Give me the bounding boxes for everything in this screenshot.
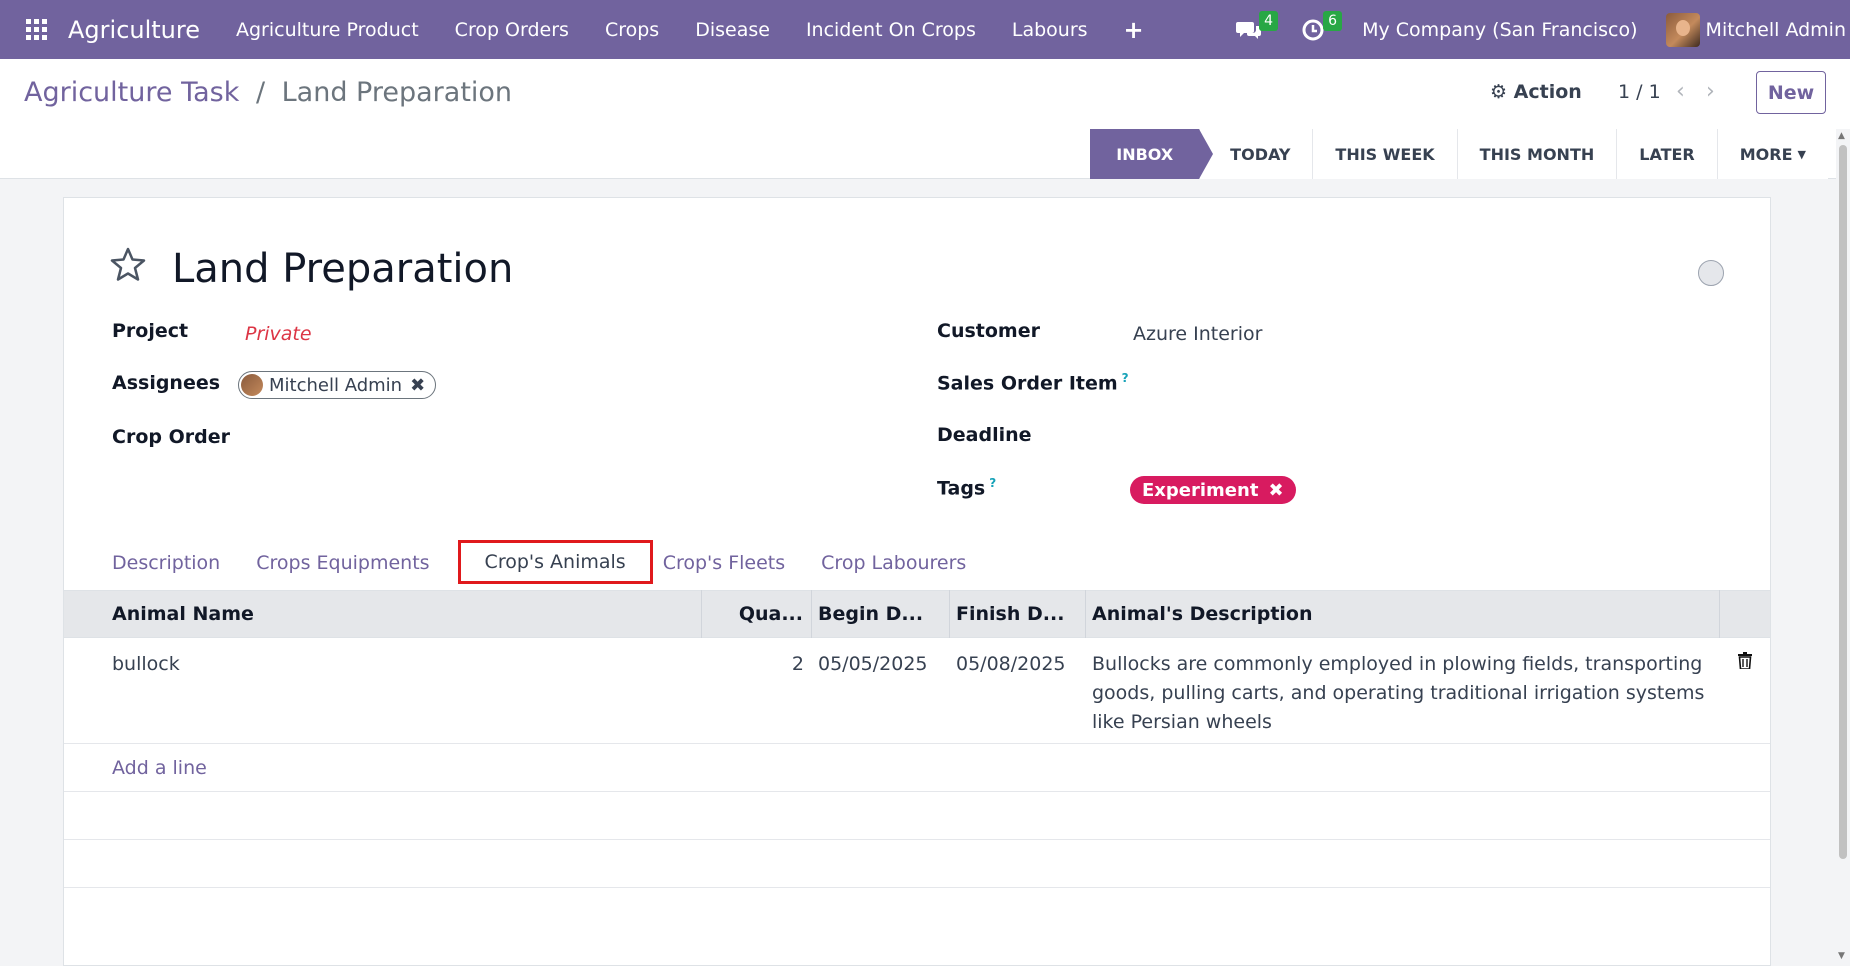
menu-disease[interactable]: Disease bbox=[695, 19, 770, 41]
table-row[interactable]: bullock 2 05/05/2025 05/08/2025 Bullocks… bbox=[64, 638, 1770, 744]
cell-finish-date[interactable]: 05/08/2025 bbox=[950, 638, 1086, 743]
empty-row bbox=[64, 840, 1770, 888]
assignee-chip[interactable]: Mitchell Admin ✖ bbox=[238, 371, 437, 399]
messages-icon[interactable]: 4 bbox=[1234, 10, 1279, 45]
caret-down-icon: ▼ bbox=[1797, 147, 1806, 161]
scroll-up-icon[interactable]: ▲ bbox=[1838, 131, 1845, 141]
action-button[interactable]: ⚙ Action bbox=[1490, 81, 1582, 103]
breadcrumb-current: Land Preparation bbox=[281, 77, 513, 108]
remove-tag-icon[interactable]: ✖ bbox=[1268, 480, 1283, 501]
messages-badge: 4 bbox=[1259, 10, 1279, 31]
apps-grid-icon[interactable] bbox=[26, 18, 48, 41]
delete-row-icon bbox=[1738, 652, 1752, 669]
stage-this-month[interactable]: THIS MONTH bbox=[1457, 129, 1618, 179]
table-header: Animal Name Qua... Begin D... Finish D..… bbox=[64, 590, 1770, 638]
user-name: Mitchell Admin bbox=[1705, 18, 1846, 41]
notebook-tabs: Description Crops Equipments Crop's Anim… bbox=[94, 538, 984, 584]
activities-badge: 6 bbox=[1323, 10, 1343, 31]
project-label: Project bbox=[112, 320, 189, 342]
tab-crops-fleets[interactable]: Crop's Fleets bbox=[663, 542, 803, 584]
cell-quantity[interactable]: 2 bbox=[702, 638, 812, 743]
menu-agriculture-product[interactable]: Agriculture Product bbox=[236, 19, 419, 41]
add-line-row: Add a line bbox=[64, 744, 1770, 792]
deadline-label: Deadline bbox=[937, 424, 1032, 446]
header-begin-date[interactable]: Begin D... bbox=[812, 590, 950, 638]
remove-assignee-icon[interactable]: ✖ bbox=[410, 375, 425, 396]
tab-crops-animals[interactable]: Crop's Animals bbox=[457, 540, 653, 584]
customer-value[interactable]: Azure Interior bbox=[1133, 323, 1262, 345]
app-brand[interactable]: Agriculture bbox=[68, 16, 200, 44]
animals-table: Animal Name Qua... Begin D... Finish D..… bbox=[64, 590, 1770, 888]
clock-icon bbox=[1302, 19, 1324, 40]
tab-crops-equipments[interactable]: Crops Equipments bbox=[238, 542, 447, 584]
stage-this-week[interactable]: THIS WEEK bbox=[1313, 129, 1458, 179]
user-menu[interactable]: Mitchell Admin bbox=[1665, 12, 1846, 47]
user-avatar bbox=[1665, 12, 1700, 47]
header-actions bbox=[1720, 590, 1770, 638]
header-animal-description[interactable]: Animal's Description bbox=[1086, 590, 1720, 638]
header-quantity[interactable]: Qua... bbox=[702, 590, 812, 638]
pager-value[interactable]: 1 / 1 bbox=[1618, 81, 1661, 103]
stage-today[interactable]: TODAY bbox=[1200, 129, 1314, 179]
record-title[interactable]: Land Preparation bbox=[172, 246, 513, 292]
breadcrumb-separator: / bbox=[255, 77, 266, 108]
stage-more-label: MORE bbox=[1739, 144, 1793, 164]
breadcrumb: Agriculture Task / Land Preparation bbox=[24, 77, 512, 108]
help-icon[interactable]: ? bbox=[989, 476, 996, 490]
gear-icon: ⚙ bbox=[1490, 81, 1508, 103]
pager-next-icon[interactable]: › bbox=[1706, 79, 1715, 104]
menu-crop-orders[interactable]: Crop Orders bbox=[455, 19, 569, 41]
header-animal-name[interactable]: Animal Name bbox=[64, 590, 702, 638]
tab-description[interactable]: Description bbox=[94, 542, 238, 584]
plus-icon[interactable]: + bbox=[1124, 16, 1144, 44]
tag-label: Experiment bbox=[1142, 479, 1259, 501]
action-label: Action bbox=[1513, 81, 1582, 103]
kanban-state-dot[interactable] bbox=[1698, 260, 1724, 286]
cell-begin-date[interactable]: 05/05/2025 bbox=[812, 638, 950, 743]
trash-icon[interactable] bbox=[1720, 638, 1770, 743]
tags-label: Tags? bbox=[937, 476, 996, 499]
assignees-label: Assignees bbox=[112, 372, 221, 394]
add-line-link[interactable]: Add a line bbox=[112, 757, 207, 779]
menu-labours[interactable]: Labours bbox=[1012, 19, 1088, 41]
pager-prev-icon[interactable]: ‹ bbox=[1676, 79, 1685, 104]
star-icon[interactable] bbox=[110, 246, 146, 282]
top-navbar: Agriculture Agriculture Product Crop Ord… bbox=[0, 0, 1850, 59]
scroll-down-icon[interactable]: ▼ bbox=[1838, 951, 1845, 961]
cell-animal-name[interactable]: bullock bbox=[64, 638, 702, 743]
header-finish-date[interactable]: Finish D... bbox=[950, 590, 1086, 638]
stage-later[interactable]: LATER bbox=[1617, 129, 1718, 179]
empty-row bbox=[64, 792, 1770, 840]
customer-label: Customer bbox=[937, 320, 1040, 342]
page-scrollbar[interactable]: ▲ ▼ bbox=[1836, 129, 1850, 966]
form-sheet: Land Preparation Project Private Assigne… bbox=[63, 197, 1771, 966]
stage-inbox[interactable]: INBOX bbox=[1090, 129, 1214, 179]
assignee-name: Mitchell Admin bbox=[269, 374, 403, 396]
new-button[interactable]: New bbox=[1756, 71, 1826, 114]
tags-label-text: Tags bbox=[937, 477, 986, 500]
breadcrumb-parent[interactable]: Agriculture Task bbox=[24, 77, 239, 108]
help-icon[interactable]: ? bbox=[1122, 371, 1129, 385]
menu-crops[interactable]: Crops bbox=[605, 19, 659, 41]
assignee-avatar bbox=[241, 374, 263, 396]
company-switcher[interactable]: My Company (San Francisco) bbox=[1362, 19, 1637, 41]
cell-animal-description[interactable]: Bullocks are commonly employed in plowin… bbox=[1086, 638, 1720, 743]
menu-incident-on-crops[interactable]: Incident On Crops bbox=[806, 19, 976, 41]
sales-order-item-label: Sales Order Item? bbox=[937, 371, 1129, 394]
project-value[interactable]: Private bbox=[245, 323, 312, 345]
tag-chip[interactable]: Experiment ✖ bbox=[1130, 476, 1296, 504]
sales-order-item-text: Sales Order Item bbox=[937, 372, 1118, 395]
tab-crop-labourers[interactable]: Crop Labourers bbox=[803, 542, 984, 584]
activities-icon[interactable]: 6 bbox=[1298, 10, 1343, 45]
crop-order-label: Crop Order bbox=[112, 426, 230, 448]
stage-more[interactable]: MORE ▼ bbox=[1717, 129, 1828, 179]
stage-bar: INBOX TODAY THIS WEEK THIS MONTH LATER M… bbox=[0, 129, 1850, 179]
scrollbar-thumb[interactable] bbox=[1839, 145, 1847, 859]
